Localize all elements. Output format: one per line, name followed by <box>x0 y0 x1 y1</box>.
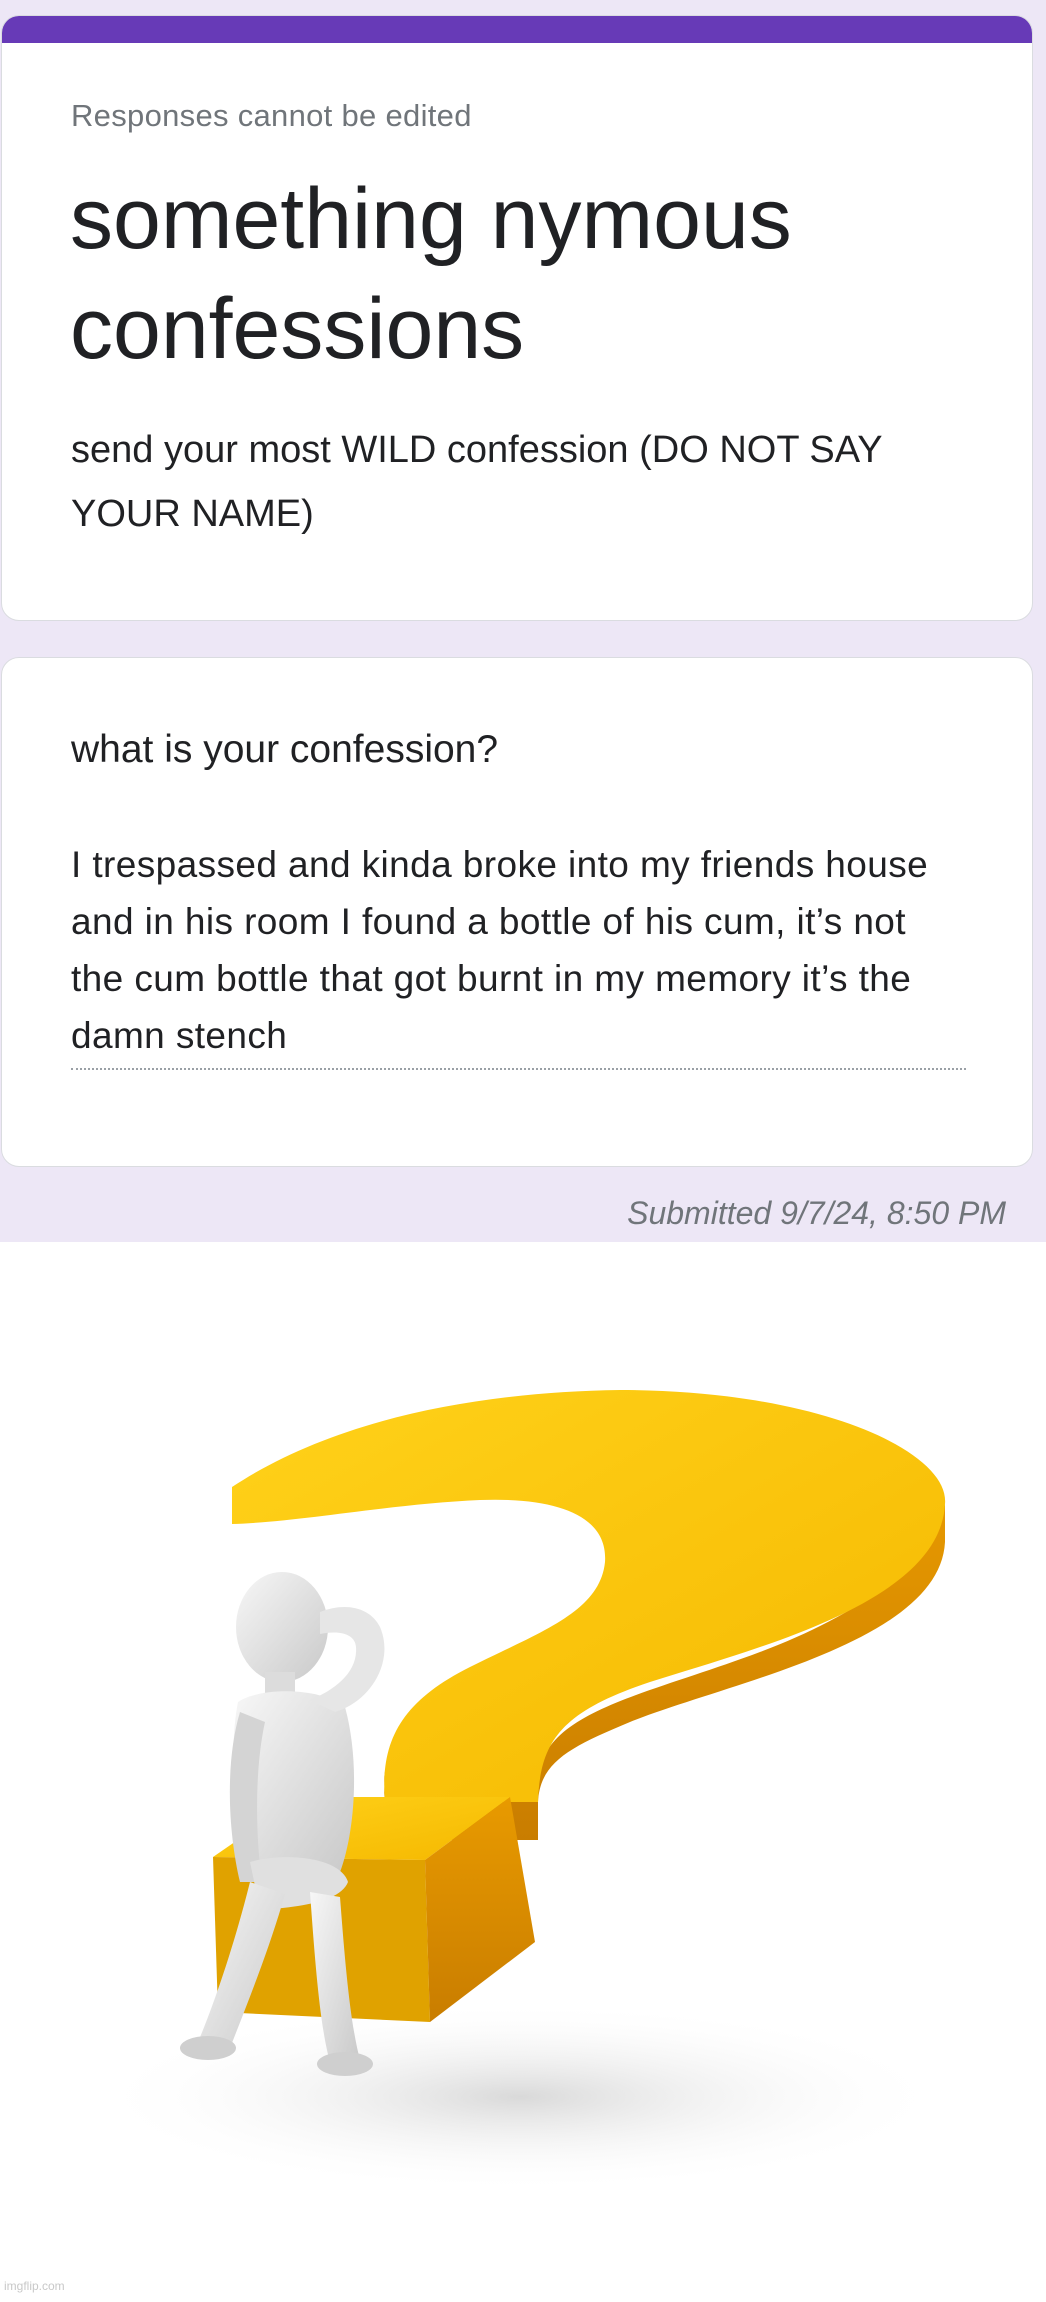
answer-text: I trespassed and kinda broke into my fri… <box>71 836 966 1070</box>
form-accent-bar <box>2 16 1032 43</box>
question-mark-figure-icon <box>90 1390 950 2192</box>
imgflip-watermark: imgflip.com <box>4 2279 65 2293</box>
question-title: what is your confession? <box>71 728 499 771</box>
submitted-timestamp: Submitted 9/7/24, 8:50 PM <box>627 1195 1006 1231</box>
form-area: Responses cannot be edited something nym… <box>0 0 1046 1242</box>
form-header-card: Responses cannot be edited something nym… <box>1 15 1033 621</box>
question-mark-illustration: imgflip.com <box>0 1242 1046 2297</box>
responses-notice: Responses cannot be edited <box>71 98 472 133</box>
form-description: send your most WILD confession (DO NOT S… <box>71 429 882 535</box>
question-card: what is your confession? I trespassed an… <box>1 657 1033 1167</box>
form-title: something nymous confessions <box>70 171 792 377</box>
